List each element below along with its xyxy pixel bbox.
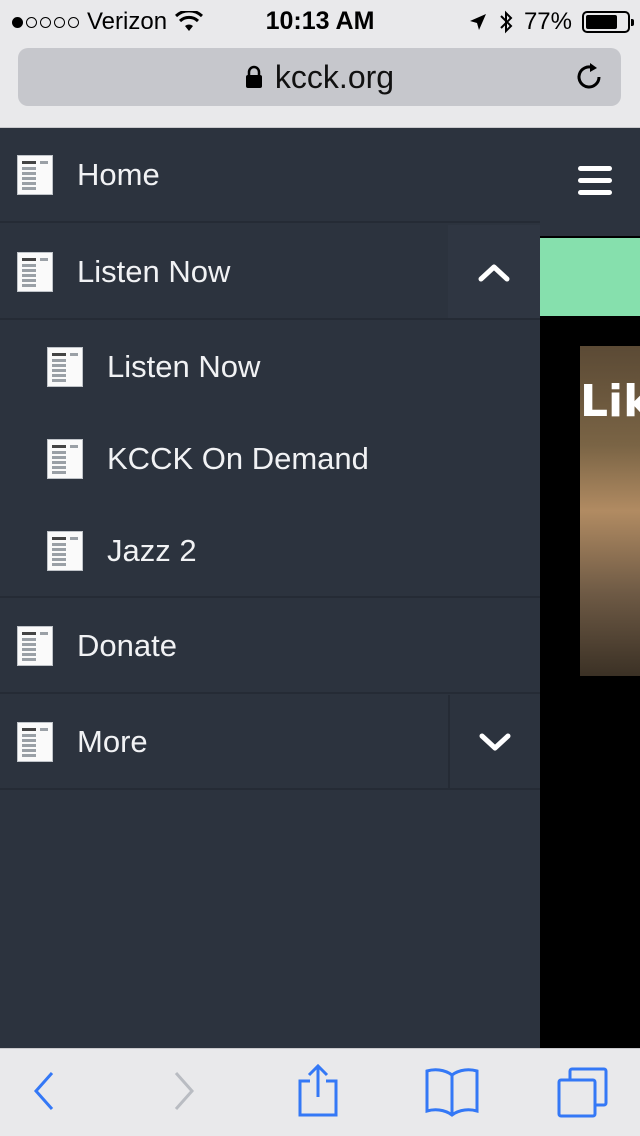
share-icon[interactable] [296, 1063, 340, 1119]
chevron-down-icon [479, 733, 511, 750]
reload-icon[interactable] [573, 61, 605, 93]
menu-item-more[interactable]: More [0, 695, 540, 790]
page-icon [47, 439, 83, 479]
page-icon [17, 251, 53, 292]
menu-item-label: Jazz 2 [107, 533, 197, 568]
submenu-item-kcck-on-demand[interactable]: KCCK On Demand [0, 413, 540, 505]
page-icon [17, 721, 53, 762]
bookmarks-icon[interactable] [424, 1065, 480, 1117]
forward-arrow-icon[interactable] [170, 1069, 198, 1113]
menu-item-label: Donate [77, 627, 177, 663]
submenu-item-jazz-2[interactable]: Jazz 2 [0, 505, 540, 597]
site-header [540, 128, 640, 236]
menu-item-label: Listen Now [77, 253, 231, 289]
browser-address-area: kcck.org [0, 40, 640, 128]
submenu-item-listen-now[interactable]: Listen Now [0, 321, 540, 413]
accent-banner [540, 238, 640, 316]
battery-percent: 77% [523, 8, 572, 35]
page-icon [47, 531, 83, 571]
page-icon [47, 347, 83, 387]
bluetooth-icon [500, 10, 513, 34]
chevron-up-icon [478, 264, 510, 281]
menu-item-listen-now[interactable]: Listen Now [0, 225, 540, 320]
battery-icon [582, 11, 634, 33]
browser-toolbar [0, 1048, 640, 1136]
status-bar: Verizon 10:13 AM 77% [0, 0, 640, 40]
menu-item-label: Listen Now [107, 349, 261, 384]
menu-item-label: KCCK On Demand [107, 441, 369, 476]
status-right: 77% [468, 8, 634, 36]
page-icon [17, 625, 53, 666]
side-menu: Home Listen Now Listen Now KCCK On Deman… [0, 128, 540, 1048]
page-icon [17, 154, 53, 195]
menu-item-home[interactable]: Home [0, 128, 540, 223]
menu-item-label: More [77, 723, 148, 759]
photo-caption: Like [580, 376, 640, 427]
hamburger-menu-icon[interactable] [578, 166, 612, 202]
url-text: kcck.org [274, 58, 395, 95]
featured-photo[interactable]: Like [580, 346, 640, 676]
expand-toggle[interactable] [448, 695, 540, 788]
back-arrow-icon[interactable] [30, 1069, 58, 1113]
collapse-toggle[interactable] [448, 225, 540, 318]
menu-item-donate[interactable]: Donate [0, 599, 540, 694]
lock-icon [245, 65, 262, 88]
menu-item-label: Home [77, 156, 160, 192]
location-arrow-icon [469, 14, 486, 30]
address-bar[interactable]: kcck.org [18, 48, 621, 106]
tabs-icon[interactable] [556, 1067, 610, 1119]
